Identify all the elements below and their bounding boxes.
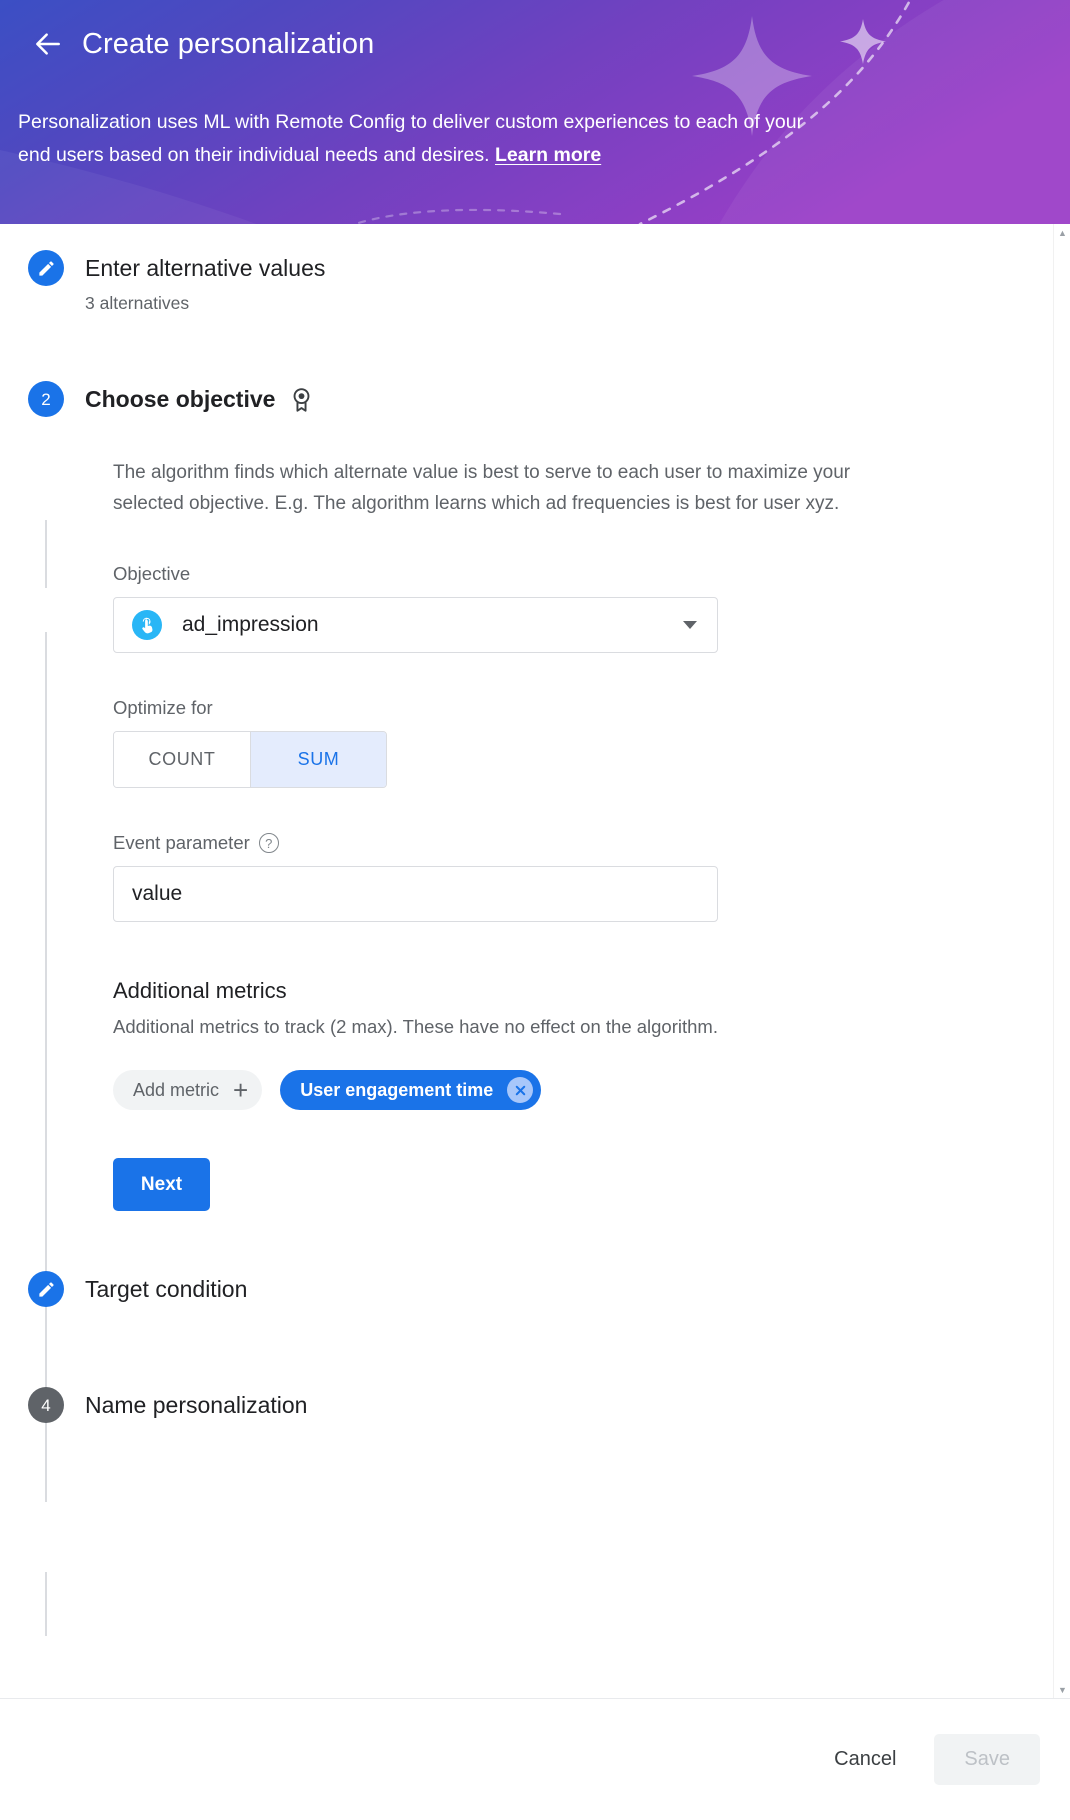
back-button[interactable] <box>26 22 70 66</box>
event-parameter-label-text: Event parameter <box>113 832 250 853</box>
step2-bullet[interactable]: 2 <box>28 381 64 417</box>
event-parameter-input[interactable] <box>113 866 718 922</box>
stepper-connector-2 <box>45 632 47 1502</box>
vertical-scrollbar[interactable]: ▲ ▼ <box>1053 224 1070 1698</box>
step4-number: 4 <box>41 1395 51 1415</box>
add-metric-chip[interactable]: Add metric + <box>113 1070 263 1110</box>
stepper-scroll-area: Enter alternative values 3 alternatives … <box>0 224 1053 1698</box>
objective-select-value: ad_impression <box>182 613 319 636</box>
learn-more-link[interactable]: Learn more <box>495 144 601 166</box>
stepper: Enter alternative values 3 alternatives … <box>0 224 1053 1636</box>
additional-metrics-subtitle: Additional metrics to track (2 max). The… <box>113 1016 718 1037</box>
dialog-footer: Cancel Save <box>0 1698 1070 1820</box>
optimize-for-toggle-group: COUNT SUM <box>113 731 387 788</box>
page-title: Create personalization <box>82 27 375 60</box>
stepper-connector-1 <box>45 520 47 588</box>
step-choose-objective: 2 Choose objective The algorithm finds w… <box>0 381 1053 1265</box>
chevron-down-icon <box>683 621 697 629</box>
scroll-down-arrow-icon[interactable]: ▼ <box>1054 1681 1070 1698</box>
step-target-condition[interactable]: Target condition <box>0 1271 1053 1311</box>
optimize-for-label: Optimize for <box>113 697 1013 719</box>
optimize-for-label-text: Optimize for <box>113 697 213 718</box>
step1-subtitle: 3 alternatives <box>85 293 190 313</box>
help-circle-icon[interactable]: ? <box>258 833 279 853</box>
step3-bullet[interactable] <box>28 1271 64 1307</box>
dialog-body: Enter alternative values 3 alternatives … <box>0 224 1070 1698</box>
scroll-up-arrow-icon[interactable]: ▲ <box>1054 224 1070 241</box>
objective-label: Objective <box>113 563 1013 585</box>
header-description-text: Personalization uses ML with Remote Conf… <box>18 111 804 166</box>
optimize-toggle-count[interactable]: COUNT <box>114 732 250 787</box>
metric-chip-user-engagement-time[interactable]: User engagement time <box>280 1070 542 1110</box>
dialog-header: Create personalization Personalization u… <box>0 0 1070 224</box>
step2-title: Choose objective <box>85 386 276 412</box>
step1-title: Enter alternative values <box>85 255 326 281</box>
optimize-toggle-sum[interactable]: SUM <box>250 732 386 787</box>
header-description: Personalization uses ML with Remote Conf… <box>18 106 838 172</box>
save-button: Save <box>934 1734 1040 1785</box>
stepper-connector-3 <box>45 1572 47 1636</box>
additional-metrics-title: Additional metrics <box>113 978 287 1003</box>
event-parameter-label: Event parameter ? <box>113 832 1013 854</box>
step4-bullet[interactable]: 4 <box>28 1387 64 1423</box>
step-enter-alternative-values[interactable]: Enter alternative values 3 alternatives <box>0 250 1053 315</box>
close-circle-icon[interactable] <box>507 1077 534 1103</box>
step2-description: The algorithm finds which alternate valu… <box>113 462 851 514</box>
step1-bullet[interactable] <box>28 250 64 286</box>
pencil-icon <box>38 1281 54 1297</box>
step2-bottom-spacer <box>113 1211 1013 1265</box>
award-medal-icon <box>294 387 310 412</box>
create-personalization-dialog: Create personalization Personalization u… <box>0 0 1070 1820</box>
metric-chip-label: User engagement time <box>300 1079 494 1100</box>
step-name-personalization[interactable]: 4 Name personalization <box>0 1387 1053 1427</box>
additional-metrics-chips: Add metric + User engagement time <box>113 1070 1013 1110</box>
pencil-icon <box>38 260 54 276</box>
plus-icon: + <box>233 1075 249 1105</box>
step2-number: 2 <box>41 389 51 409</box>
cancel-button[interactable]: Cancel <box>808 1734 922 1785</box>
tap-touch-icon <box>132 610 162 640</box>
objective-label-text: Objective <box>113 563 191 584</box>
step3-title: Target condition <box>85 1276 248 1302</box>
next-button[interactable]: Next <box>113 1158 210 1211</box>
back-arrow-icon <box>36 33 60 55</box>
objective-select[interactable]: ad_impression <box>113 597 718 653</box>
step4-title: Name personalization <box>85 1392 308 1418</box>
add-metric-label: Add metric <box>133 1079 220 1100</box>
step2-content: The algorithm finds which alternate valu… <box>113 421 1053 1265</box>
